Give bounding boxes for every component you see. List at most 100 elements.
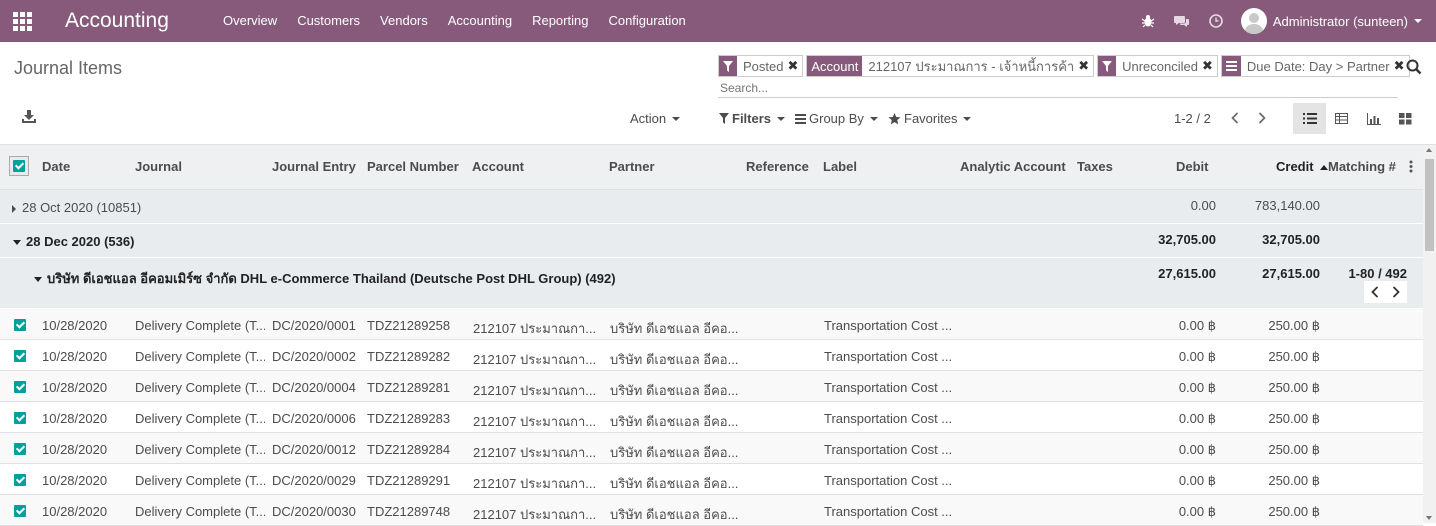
table-header: Date Journal Journal Entry Parcel Number…: [0, 145, 1423, 190]
chat-icon[interactable]: [1165, 0, 1199, 42]
row-parcel-number: TDZ21289281: [367, 380, 451, 395]
user-name: Administrator (sunteen): [1272, 13, 1408, 29]
row-credit: 250.00 ฿: [1268, 442, 1320, 457]
scroll-down-icon[interactable]: [1426, 516, 1432, 520]
row-partner: บริษัท ดีเอชแอล อีคอ...: [610, 414, 739, 429]
column-parcel-number[interactable]: Parcel Number: [367, 159, 459, 174]
facet-value: 212107 ประมาณการ - เจ้าหนี้การค้า: [868, 58, 1075, 74]
chevron-right-icon[interactable]: [1392, 286, 1401, 298]
row-checkbox[interactable]: [14, 505, 26, 517]
filter-icon: [719, 113, 729, 124]
app-title[interactable]: Accounting: [65, 9, 213, 33]
download-icon[interactable]: [22, 110, 38, 126]
scrollbar-thumb[interactable]: [1425, 159, 1434, 251]
column-taxes[interactable]: Taxes: [1077, 159, 1113, 174]
menu-item-configuration[interactable]: Configuration: [598, 0, 695, 42]
groupby-label: Group By: [809, 111, 864, 126]
column-analytic-account[interactable]: Analytic Account: [960, 159, 1066, 174]
clock-icon[interactable]: [1199, 0, 1233, 42]
group-row-28-dec[interactable]: 28 Dec 2020 (536) 32,705.00 32,705.00: [0, 224, 1423, 258]
chevron-right-icon[interactable]: [1252, 108, 1272, 128]
close-icon[interactable]: ✖: [1078, 58, 1089, 74]
group-row-28-oct[interactable]: 28 Oct 2020 (10851) 0.00 783,140.00: [0, 190, 1423, 224]
row-parcel-number: TDZ21289291: [367, 473, 451, 488]
subgroup-row-partner[interactable]: บริษัท ดีเอชแอล อีคอมเมิร์ซ จำกัด DHL e-…: [0, 258, 1423, 309]
row-label: Transportation Cost ...: [824, 504, 953, 519]
column-reference[interactable]: Reference: [746, 159, 809, 174]
close-icon[interactable]: ✖: [1202, 58, 1213, 74]
menu-item-customers[interactable]: Customers: [287, 0, 370, 42]
table-row[interactable]: 10/28/2020 Delivery Complete (T... DC/2020…: [0, 340, 1423, 371]
column-journal-entry[interactable]: Journal Entry: [272, 159, 356, 174]
filters-dropdown[interactable]: Filters: [719, 111, 786, 126]
row-checkbox[interactable]: [14, 319, 26, 331]
group-credit: 783,140.00: [1254, 198, 1320, 213]
action-dropdown[interactable]: Action: [630, 111, 681, 126]
group-debit: 32,705.00: [1158, 232, 1216, 247]
pivot-view-button[interactable]: [1325, 103, 1358, 134]
graph-view-button[interactable]: [1357, 103, 1390, 134]
table-row[interactable]: 10/28/2020 Delivery Complete (T... DC/2020…: [0, 433, 1423, 464]
vertical-scrollbar[interactable]: [1423, 145, 1436, 523]
table-row[interactable]: 10/28/2020 Delivery Complete (T... DC/2020…: [0, 402, 1423, 433]
row-checkbox[interactable]: [14, 350, 26, 362]
subgroup-debit: 27,615.00: [1158, 266, 1216, 281]
row-journal: Delivery Complete (T...: [135, 473, 265, 488]
row-journal-entry: DC/2020/0006: [272, 411, 356, 426]
kanban-view-button[interactable]: [1389, 103, 1422, 134]
optional-columns-icon[interactable]: [1409, 160, 1413, 176]
groupby-dropdown[interactable]: Group By: [795, 111, 878, 126]
row-debit: 0.00 ฿: [1178, 318, 1216, 333]
row-partner: บริษัท ดีเอชแอล อีคอ...: [610, 445, 739, 460]
row-checkbox[interactable]: [14, 474, 26, 486]
close-icon[interactable]: ✖: [787, 58, 798, 74]
subgroup-credit: 27,615.00: [1262, 266, 1320, 281]
column-debit[interactable]: Debit: [1176, 159, 1209, 174]
search-input[interactable]: [718, 78, 1398, 98]
user-menu[interactable]: Administrator (sunteen): [1233, 8, 1436, 34]
subgroup-pager-buttons: [1364, 281, 1407, 303]
menu-item-overview[interactable]: Overview: [213, 0, 287, 42]
column-matching[interactable]: Matching #: [1328, 159, 1396, 174]
row-checkbox[interactable]: [14, 412, 26, 424]
search-icon[interactable]: [1406, 59, 1424, 77]
apps-menu-icon[interactable]: [0, 0, 44, 42]
sort-asc-icon: [1320, 165, 1329, 170]
chevron-left-icon[interactable]: [1225, 108, 1245, 128]
chevron-left-icon[interactable]: [1370, 286, 1379, 298]
row-partner: บริษัท ดีเอชแอล อีคอ...: [610, 352, 739, 367]
scroll-up-icon[interactable]: [1426, 148, 1432, 152]
row-journal: Delivery Complete (T...: [135, 380, 265, 395]
row-label: Transportation Cost ...: [824, 473, 953, 488]
table-row[interactable]: 10/28/2020 Delivery Complete (T... DC/2020…: [0, 495, 1423, 526]
row-journal-entry: DC/2020/0012: [272, 442, 356, 457]
list-view-button[interactable]: [1293, 103, 1326, 134]
column-partner[interactable]: Partner: [609, 159, 655, 174]
row-checkbox[interactable]: [14, 381, 26, 393]
table-row[interactable]: 10/28/2020 Delivery Complete (T... DC/2020…: [0, 371, 1423, 402]
row-debit: 0.00 ฿: [1178, 504, 1216, 519]
menu-item-reporting[interactable]: Reporting: [522, 0, 598, 42]
column-account[interactable]: Account: [472, 159, 524, 174]
menu-item-accounting[interactable]: Accounting: [438, 0, 522, 42]
table-icon: [1335, 113, 1348, 124]
select-all-checkbox[interactable]: [9, 156, 29, 176]
column-journal[interactable]: Journal: [135, 159, 182, 174]
menu-item-vendors[interactable]: Vendors: [370, 0, 438, 42]
groupby-icon: [1221, 56, 1241, 76]
column-credit[interactable]: Credit: [1276, 159, 1329, 174]
close-icon[interactable]: ✖: [1394, 58, 1405, 74]
pager-value[interactable]: 1-2 / 2: [1174, 111, 1211, 126]
table-row[interactable]: 10/28/2020 Delivery Complete (T... DC/2020…: [0, 464, 1423, 495]
row-parcel-number: TDZ21289284: [367, 442, 451, 457]
caret-down-icon: [34, 277, 42, 283]
bug-icon[interactable]: [1131, 0, 1165, 42]
row-account: 212107 ประมาณกา...: [473, 321, 597, 336]
table-row[interactable]: 10/28/2020 Delivery Complete (T... DC/2020…: [0, 309, 1423, 340]
row-credit: 250.00 ฿: [1268, 473, 1320, 488]
column-date[interactable]: Date: [42, 159, 70, 174]
row-checkbox[interactable]: [14, 443, 26, 455]
group-label: 28 Dec 2020 (536): [26, 234, 135, 249]
column-label[interactable]: Label: [823, 159, 857, 174]
favorites-dropdown[interactable]: Favorites: [888, 111, 972, 126]
